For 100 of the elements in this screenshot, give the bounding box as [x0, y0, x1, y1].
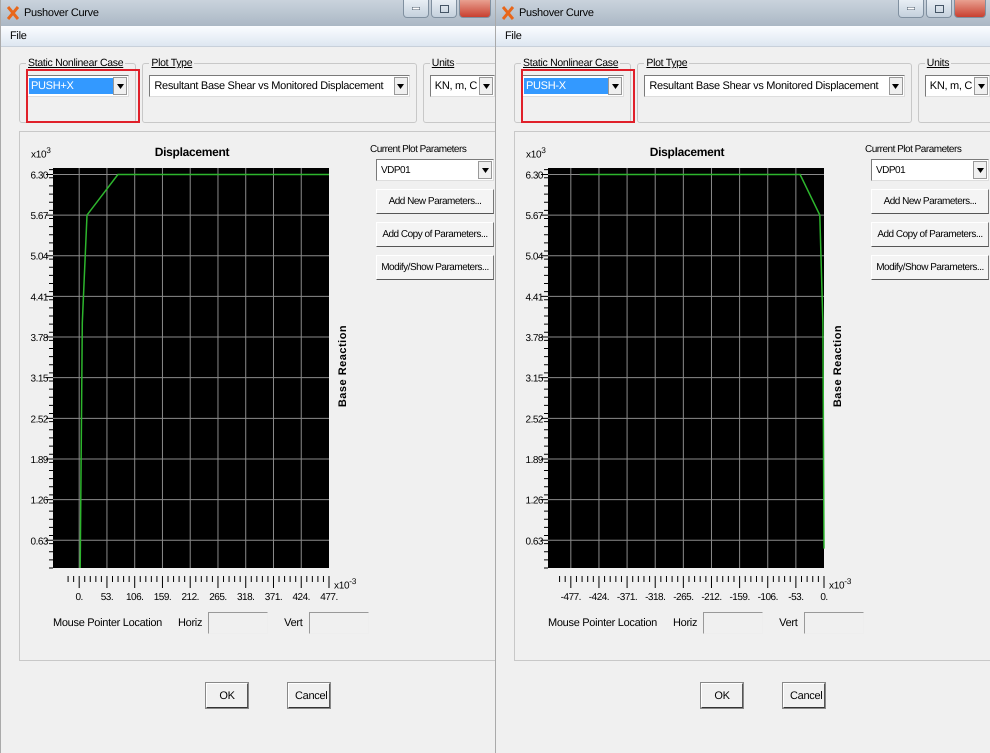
dropdown-arrow-icon	[482, 168, 488, 172]
params-button[interactable]: Add New Parameters...	[871, 189, 989, 214]
y-tick-label: 2.52	[526, 414, 543, 426]
x-tick-label: -53.	[788, 592, 804, 601]
group-label: Plot Type	[645, 57, 688, 69]
group-label: Units	[926, 57, 950, 69]
dropdown-arrow-icon	[482, 84, 490, 88]
y-tick-label: 5.67	[30, 211, 48, 222]
x-tick-label: -477.	[560, 592, 581, 601]
y-tick-label: 2.52	[30, 414, 48, 426]
minimize-icon	[907, 7, 915, 10]
y-scale-label: x10$^{3}$	[31, 145, 51, 160]
x-tick-label: -106.	[758, 592, 778, 601]
params-button[interactable]: Add New Parameters...	[376, 189, 494, 214]
group-label: Units	[430, 57, 456, 69]
y-tick-label: 4.41	[526, 292, 543, 304]
maximize-button[interactable]	[926, 0, 952, 18]
y-tick-label: 5.04	[30, 252, 48, 263]
x-tick-label: 265.	[209, 592, 227, 601]
params-label: Current Plot Parameters	[370, 144, 468, 155]
x-tick-label: -212.	[701, 592, 722, 601]
app-icon	[502, 6, 514, 20]
y-tick-label: 0.63	[526, 536, 543, 548]
x-tick-label: -265.	[673, 592, 694, 601]
x-tick-label: -371.	[616, 592, 638, 601]
x-tick-label: -159.	[729, 592, 750, 601]
params-button[interactable]: Add Copy of Parameters...	[871, 222, 989, 247]
x-scale-label: x10$^{-3}$	[829, 576, 852, 592]
x-tick-label: 53.	[100, 592, 114, 601]
y-axis-title: Base Reaction	[337, 324, 349, 408]
chart-title: Displacement	[650, 145, 724, 159]
y-tick-label: 3.78	[526, 333, 543, 344]
y-tick-label: 1.89	[30, 454, 48, 466]
horiz-label: Horiz	[672, 617, 698, 629]
y-tick-label: 5.67	[526, 211, 543, 222]
maximize-icon	[934, 4, 944, 12]
y-tick-label: 3.15	[30, 374, 48, 385]
y-tick-label: 0.63	[30, 536, 48, 548]
x-tick-label: 0.	[820, 592, 828, 601]
dropdown-arrow-icon	[612, 84, 619, 88]
params-dropdown[interactable]: VDP01	[376, 159, 494, 181]
dropdown-arrow-icon	[397, 84, 404, 88]
params-button[interactable]: Add Copy of Parameters...	[376, 222, 494, 247]
dropdown-arrow-icon	[978, 84, 984, 88]
units-dropdown[interactable]: KN, m, C	[430, 75, 495, 97]
y-tick-label: 1.26	[526, 496, 543, 507]
menu-item[interactable]: File	[7, 30, 30, 42]
group-label: Static Nonlinear Case	[522, 57, 620, 69]
x-tick-label: 318.	[237, 592, 254, 601]
ok-button[interactable]: OK	[701, 683, 743, 708]
app-icon	[7, 6, 19, 20]
params-dropdown[interactable]: VDP01	[871, 159, 989, 181]
minimize-icon	[412, 7, 420, 10]
pointer-label: Mouse Pointer Location	[548, 617, 657, 629]
cancel-button[interactable]: Cancel	[288, 683, 330, 708]
window-title: Pushover Curve	[519, 7, 594, 19]
minimize-button[interactable]	[403, 0, 429, 18]
y-axis-title: Base Reaction	[832, 324, 844, 408]
y-tick-label: 1.89	[526, 454, 543, 466]
x-tick-label: 424.	[292, 592, 310, 601]
window-title: Pushover Curve	[24, 7, 99, 19]
dropdown-arrow-icon	[116, 84, 124, 88]
dropdown-arrow-icon	[976, 168, 984, 172]
x-tick-label: 106.	[126, 592, 144, 601]
maximize-button[interactable]	[431, 0, 457, 18]
y-tick-label: 6.30	[526, 170, 543, 182]
params-button[interactable]: Modify/Show Parameters...	[871, 255, 989, 280]
group-label: Static Nonlinear Case	[27, 57, 124, 69]
chart-title: Displacement	[154, 145, 230, 159]
params-button[interactable]: Modify/Show Parameters...	[376, 255, 494, 280]
x-tick-label: 371.	[264, 592, 282, 601]
y-tick-label: 1.26	[30, 496, 48, 507]
y-tick-label: 6.30	[30, 170, 48, 182]
vert-label: Vert	[779, 617, 798, 629]
cancel-button[interactable]: Cancel	[783, 683, 825, 708]
params-label: Current Plot Parameters	[865, 144, 962, 155]
y-tick-label: 5.04	[526, 252, 543, 263]
plot-type-dropdown[interactable]: Resultant Base Shear vs Monitored Displacement	[644, 75, 905, 97]
plot-type-dropdown[interactable]: Resultant Base Shear vs Monitored Displacement	[149, 75, 410, 97]
y-tick-label: 4.41	[30, 292, 48, 304]
x-tick-label: 159.	[154, 592, 172, 601]
horiz-label: Horiz	[178, 617, 202, 629]
ok-button[interactable]: OK	[206, 683, 248, 708]
menu-item[interactable]: File	[502, 30, 525, 42]
x-tick-label: 477.	[320, 592, 338, 601]
y-tick-label: 3.78	[30, 333, 48, 344]
group-label: Plot Type	[150, 57, 194, 69]
x-tick-label: -424.	[588, 592, 610, 601]
x-tick-label: 0.	[76, 592, 83, 601]
maximize-icon	[440, 4, 448, 12]
y-tick-label: 3.15	[526, 374, 543, 385]
units-dropdown[interactable]: KN, m, C	[924, 75, 990, 97]
vert-label: Vert	[284, 617, 303, 629]
x-scale-label: x10$^{-3}$	[334, 576, 356, 592]
y-scale-label: x10$^{3}$	[526, 145, 546, 160]
minimize-button[interactable]	[898, 0, 924, 18]
x-tick-label: 212.	[181, 592, 199, 601]
dropdown-arrow-icon	[892, 84, 900, 88]
pointer-label: Mouse Pointer Location	[53, 617, 162, 629]
x-tick-label: -318.	[645, 592, 666, 601]
